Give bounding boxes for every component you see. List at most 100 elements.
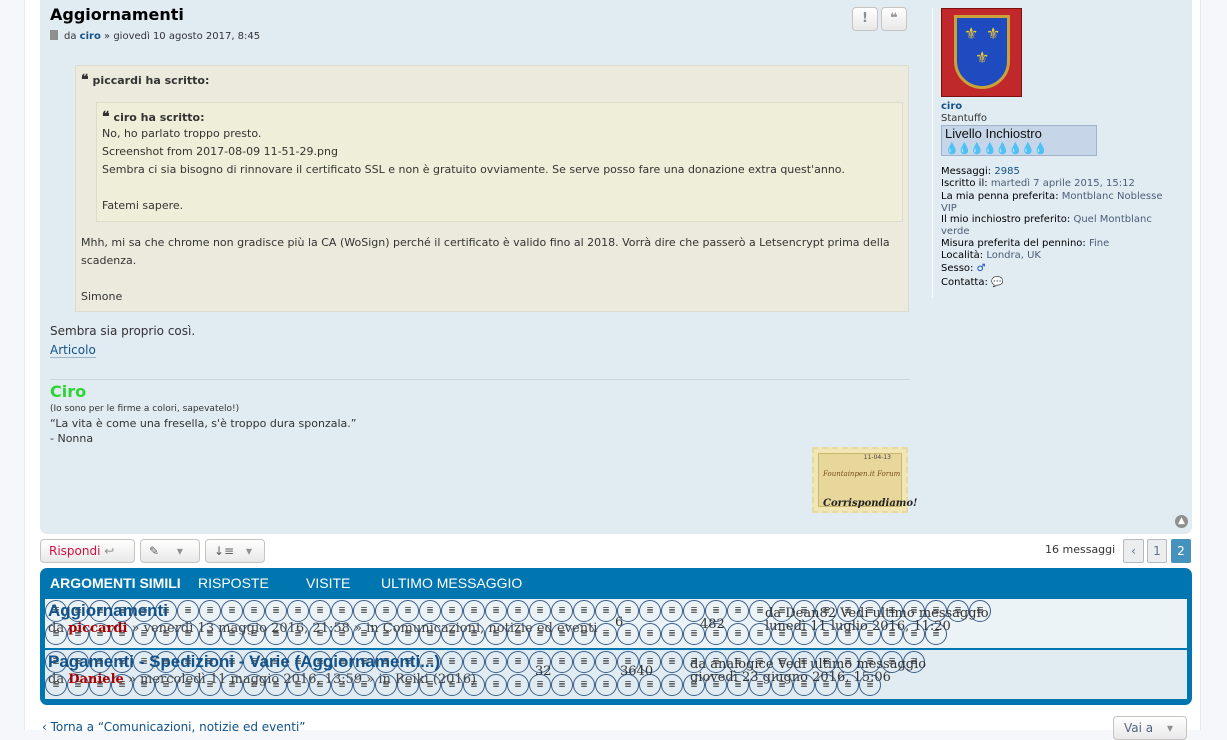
- post-profile: ⚜ ⚜ ⚜ ciro Stantuffo Livello Inchiostro …: [932, 8, 1182, 298]
- jump-to-dropdown[interactable]: Vai a ▾: [1113, 716, 1187, 740]
- post-title[interactable]: Aggiornamenti: [50, 5, 184, 24]
- contact-icon[interactable]: 💬: [991, 277, 1003, 288]
- similar-topics-header: ARGOMENTI SIMILI: [50, 575, 181, 591]
- topic-replies: 32: [535, 664, 552, 679]
- field-value: Londra, UK: [986, 250, 1041, 261]
- field-label: Messaggi:: [941, 166, 992, 177]
- post-meta: da ciro » giovedì 10 agosto 2017, 8:45: [50, 30, 260, 42]
- similar-topics-panel: ARGOMENTI SIMILI RISPOSTE VISITE ULTIMO …: [40, 568, 1192, 705]
- sort-icon: ↓≡: [214, 544, 235, 558]
- profile-location: Località: Londra, UK: [941, 250, 1176, 262]
- prev-page-button[interactable]: ‹: [1123, 539, 1144, 563]
- reply-line: Mhh, mi sa che chrome non gradisce più l…: [81, 236, 890, 249]
- topic-replies: 6: [615, 615, 624, 630]
- last-post-header: ULTIMO MESSAGGIO: [381, 575, 523, 591]
- post-body-text: Sembra sia proprio così.: [50, 324, 196, 338]
- profile-fav-ink: Il mio inchiostro preferito: Quel Montbl…: [941, 214, 1176, 238]
- list-item: ≣ ≣ ≣ ≣ ≣ ≣ ≣ ≣ ≣ ≣ ≣ ≣ ≣ ≣ ≣ ≣ ≣ ≣ ≣ ≣ ≣ ≣ ≣ ≣ ≣ ≣ ≣ ≣ ≣ ≣ ≣ ≣ ≣ ≣ ≣ ≣ ≣ ≣ ≣ ≣…: [45, 650, 1187, 699]
- profile-username[interactable]: ciro: [941, 101, 962, 112]
- inner-line: Sembra ci sia bisogno di rinnovare il ce…: [102, 163, 845, 176]
- reply-label: Rispondi: [49, 544, 101, 558]
- inner-quote-body: No, ho parlato troppo presto. Screenshot…: [102, 125, 845, 215]
- by-label: da: [48, 621, 65, 636]
- page-1-button[interactable]: 1: [1147, 539, 1167, 563]
- topic-author-link[interactable]: Daniele: [68, 672, 124, 687]
- report-button[interactable]: !: [852, 7, 878, 31]
- profile-joined: Iscritto il: martedì 7 aprile 2015, 15:1…: [941, 178, 1176, 190]
- sort-dropdown[interactable]: ↓≡ ▾: [205, 539, 265, 563]
- topic-meta-text: » mercoledì 11 maggio 2016, 13:59 » in R…: [127, 672, 477, 687]
- last-post-date: lunedì 11 luglio 2016, 11:20: [765, 619, 951, 634]
- outer-cite-text: piccardi ha scritto:: [92, 74, 210, 87]
- signature-attribution: - Nonna: [50, 432, 94, 445]
- article-link[interactable]: Articolo: [50, 343, 96, 358]
- topic-last-post: da Dean82 Vedi ultimo messaggio lunedì 1…: [765, 607, 989, 633]
- profile-gender: Sesso: ♂: [941, 263, 1176, 275]
- reply-icon: ↩: [104, 544, 115, 558]
- chevron-down-icon: ▾: [176, 544, 183, 558]
- topic-last-post: da analogice Vedi ultimo messaggio giove…: [690, 658, 926, 684]
- inner-cite-text: ciro ha scritto:: [113, 111, 205, 124]
- field-label: Misura preferita del pennino:: [941, 238, 1086, 249]
- back-to-forum-link[interactable]: ‹ Torna a “Comunicazioni, notizie ed eve…: [42, 720, 306, 734]
- outer-quote-body: Mhh, mi sa che chrome non gradisce più l…: [81, 234, 906, 306]
- topic-title-link[interactable]: Aggiornamenti: [48, 601, 168, 621]
- inner-quote-cite: ❝ ciro ha scritto:: [102, 109, 204, 125]
- profile-contact: Contatta: 💬: [941, 277, 1176, 289]
- fleur-de-lis-icon: ⚜: [964, 24, 979, 43]
- replies-header: RISPOSTE: [198, 575, 269, 591]
- post-icon: [50, 30, 58, 40]
- inner-blank: [102, 179, 845, 197]
- reply-button[interactable]: Rispondi ↩: [40, 539, 135, 563]
- field-label: Località:: [941, 250, 984, 261]
- back-to-top-icon[interactable]: ▲: [1175, 515, 1188, 528]
- chevron-down-icon: ▾: [1166, 721, 1173, 735]
- topic-views: 3640: [620, 664, 654, 679]
- inner-line: No, ho parlato troppo presto.: [102, 127, 262, 140]
- outer-quote: ❝ piccardi ha scritto: ❝ ciro ha scritto: …: [75, 65, 909, 312]
- tools-dropdown[interactable]: ✎ ▾: [140, 539, 200, 563]
- quote-mark-icon: ❝: [102, 109, 110, 125]
- quote-button[interactable]: ❝: [881, 7, 907, 31]
- avatar[interactable]: ⚜ ⚜ ⚜: [941, 8, 1022, 97]
- message-count: 16 messaggi: [1045, 543, 1116, 556]
- chevron-down-icon: ▾: [245, 544, 252, 558]
- field-label: Sesso:: [941, 263, 974, 274]
- field-value: martedì 7 aprile 2015, 15:12: [990, 178, 1135, 189]
- field-label: Il mio inchiostro preferito:: [941, 214, 1071, 225]
- stamp-motto: Corrispondiamo!: [823, 498, 918, 509]
- field-label: Contatta:: [941, 277, 988, 288]
- post-author-link[interactable]: ciro: [80, 31, 101, 42]
- shield-icon: ⚜ ⚜ ⚜: [954, 15, 1010, 89]
- posts-count-link[interactable]: 2985: [994, 166, 1019, 177]
- topic-views: 482: [700, 617, 725, 632]
- topic-title-link[interactable]: Pagamenti - Spedizioni - Varie (Aggiorna…: [48, 652, 440, 672]
- profile-nib: Misura preferita del pennino: Fine: [941, 238, 1176, 250]
- topic-meta-text: » venerdì 13 maggio 2016, 21:58 » in Com…: [131, 621, 598, 636]
- reply-sign: Simone: [81, 290, 123, 303]
- post-date: » giovedì 10 agosto 2017, 8:45: [104, 31, 261, 42]
- profile-posts: Messaggi: 2985: [941, 166, 1176, 178]
- attachment-link[interactable]: Screenshot from 2017-08-09 11-51-29.png: [102, 143, 845, 161]
- topic-meta: da piccardi » venerdì 13 maggio 2016, 21…: [48, 621, 597, 636]
- page-2-current: 2: [1171, 539, 1191, 563]
- rank-image: Livello Inchiostro 💧💧💧💧💧💧💧💧: [941, 125, 1097, 156]
- meta-prefix: da: [64, 31, 77, 42]
- field-value: Fine: [1088, 238, 1110, 249]
- wrench-icon: ✎: [149, 544, 160, 558]
- inner-quote: ❝ ciro ha scritto: No, ho parlato troppo …: [96, 102, 903, 222]
- topic-author-link[interactable]: piccardi: [68, 621, 127, 636]
- field-label: Iscritto il:: [941, 178, 988, 189]
- outer-quote-cite: ❝ piccardi ha scritto:: [81, 72, 209, 88]
- signature-stamp-image[interactable]: 11-04-13 Fountainpen.it Forum Corrispond…: [812, 447, 917, 513]
- profile-rank: Stantuffo: [941, 113, 988, 124]
- ink-drops-icon: 💧💧💧💧💧💧💧💧: [945, 142, 1048, 155]
- male-icon: ♂: [976, 263, 986, 274]
- last-post-date: giovedì 23 giugno 2016, 15:06: [690, 670, 891, 685]
- signature-divider: [50, 379, 910, 380]
- views-header: VISITE: [306, 575, 351, 591]
- article-link-wrap: Articolo: [50, 343, 96, 358]
- inner-line: Fatemi sapere.: [102, 199, 184, 212]
- signature-quote: “La vita è come una fresella, s'è troppo…: [50, 417, 357, 430]
- field-label: La mia penna preferita:: [941, 191, 1059, 202]
